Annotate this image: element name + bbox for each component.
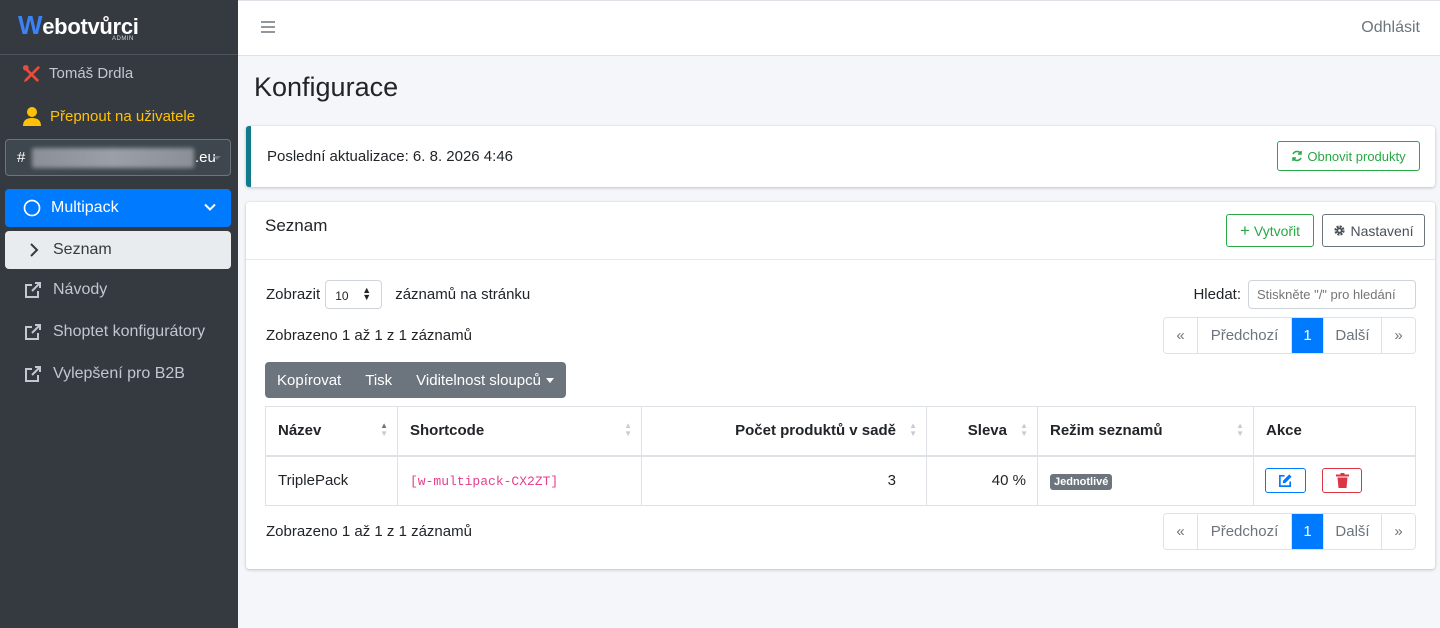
domain-select[interactable]: # .eu: [5, 139, 231, 176]
sidebar-user[interactable]: Tomáš Drdla: [22, 64, 133, 83]
circle-icon: [23, 199, 41, 217]
table-info-bottom: Zobrazeno 1 až 1 z 1 záznamů: [266, 523, 472, 540]
caret-down-icon: [545, 377, 554, 383]
list-card: Seznam + Vytvořit Nastavení Zobrazit 10 …: [246, 202, 1435, 569]
redacted-domain: [32, 148, 194, 168]
external-link-icon: [25, 282, 41, 298]
page-length-select[interactable]: 10 ▲ ▼: [325, 280, 383, 309]
sidebar-item-navody[interactable]: Návody: [24, 281, 107, 299]
data-table: Název ▲ ▼ Shortcode ▲ ▼ Počet produktů v sad…: [265, 406, 1416, 506]
pagination-next[interactable]: Další: [1324, 514, 1382, 549]
switch-user-label: Přepnout na uživatele: [50, 107, 196, 125]
column-visibility-button[interactable]: Viditelnost sloupců: [404, 362, 566, 398]
switch-user-link[interactable]: Přepnout na uživatele: [22, 106, 195, 126]
pagination-first[interactable]: «: [1164, 514, 1198, 549]
search-input[interactable]: [1248, 280, 1416, 309]
topbar: Odhlásit: [238, 0, 1440, 56]
chevron-right-icon: [30, 243, 39, 257]
column-header-shortcode[interactable]: Shortcode ▲ ▼: [397, 406, 642, 457]
column-header-nazev[interactable]: Název ▲ ▼: [265, 406, 398, 457]
pagination-page-1[interactable]: 1: [1292, 514, 1324, 549]
page-length-control: Zobrazit 10 ▲ ▼ záznamů na stránku: [266, 280, 530, 309]
cell-mode: Jednotlivé: [1037, 455, 1254, 506]
sort-icon: ▲ ▼: [1236, 421, 1244, 438]
brand-admin-tag: ADMIN: [112, 36, 134, 42]
table-info-top: Zobrazeno 1 až 1 z 1 záznamů: [266, 327, 472, 344]
pagination-first[interactable]: «: [1164, 318, 1198, 353]
pagination-prev[interactable]: Předchozí: [1198, 318, 1292, 353]
column-header-sleva[interactable]: Sleva ▲ ▼: [926, 406, 1038, 457]
column-header-pocet[interactable]: Počet produktů v sadě ▲ ▼: [641, 406, 927, 457]
cell-actions: [1253, 455, 1416, 506]
sidebar-item-vylepseni-b2b[interactable]: Vylepšení pro B2B: [24, 365, 185, 383]
pagination-page-1[interactable]: 1: [1292, 318, 1324, 353]
sidebar: Webotvůrci ADMIN Tomáš Drdla Přepnout na…: [0, 0, 238, 628]
create-button[interactable]: + Vytvořit: [1226, 214, 1314, 247]
sidebar-item-multipack[interactable]: Multipack: [5, 189, 231, 227]
print-button[interactable]: Tisk: [353, 362, 404, 398]
pagination-prev[interactable]: Předchozí: [1198, 514, 1292, 549]
pagination-last[interactable]: »: [1382, 318, 1415, 353]
mode-badge: Jednotlivé: [1050, 473, 1113, 490]
update-card: Poslední aktualizace: 6. 8. 2026 4:46 Ob…: [246, 126, 1435, 187]
settings-button[interactable]: Nastavení: [1322, 214, 1425, 247]
plus-icon: +: [1239, 220, 1250, 240]
pagination-last[interactable]: »: [1382, 514, 1415, 549]
list-card-header: Seznam + Vytvořit Nastavení: [246, 202, 1435, 260]
sort-icon: ▲ ▼: [624, 421, 632, 438]
brand[interactable]: Webotvůrci ADMIN: [0, 0, 238, 55]
hamburger-menu-icon[interactable]: [261, 20, 275, 34]
chevron-down-icon: [204, 203, 216, 211]
column-header-rezim[interactable]: Režim seznamů ▲ ▼: [1037, 406, 1254, 457]
export-button-group: Kopírovat Tisk Viditelnost sloupců: [265, 362, 566, 398]
cell-shortcode: [w-multipack-CX2ZT]: [397, 455, 642, 506]
pagination-bottom: « Předchozí 1 Další »: [1163, 513, 1416, 550]
copy-button[interactable]: Kopírovat: [265, 362, 353, 398]
sidebar-item-seznam[interactable]: Seznam: [5, 231, 231, 269]
edit-button[interactable]: [1265, 468, 1306, 494]
logout-link[interactable]: Odhlásit: [1361, 19, 1420, 37]
refresh-icon: [1292, 150, 1303, 162]
cell-count: 3: [641, 455, 927, 506]
user-icon: [23, 107, 41, 126]
last-update-text: Poslední aktualizace: 6. 8. 2026 4:46: [267, 148, 514, 165]
cell-discount: 40 %: [926, 455, 1038, 506]
delete-button[interactable]: [1322, 468, 1363, 494]
column-header-akce: Akce: [1253, 406, 1416, 457]
list-title: Seznam: [265, 216, 328, 235]
refresh-products-button[interactable]: Obnovit produkty: [1277, 141, 1420, 171]
sort-icon: ▲ ▼: [909, 421, 917, 438]
trash-icon: [1335, 473, 1349, 489]
page-title: Konfigurace: [254, 72, 399, 102]
external-link-icon: [25, 366, 41, 382]
pagination-next[interactable]: Další: [1324, 318, 1382, 353]
chevron-updown-icon: ▲ ▼: [362, 285, 372, 302]
edit-icon: [1279, 474, 1292, 488]
table-row: TriplePack [w-multipack-CX2ZT] 3 40 % Je…: [265, 455, 1416, 506]
sort-icon: ▲ ▼: [1020, 421, 1028, 438]
gear-icon: [1334, 225, 1346, 236]
sort-icon: ▲ ▼: [380, 421, 388, 438]
tools-icon: [22, 64, 41, 83]
cell-name: TriplePack: [265, 455, 398, 506]
user-name: Tomáš Drdla: [49, 65, 134, 82]
external-link-icon: [25, 324, 41, 340]
sidebar-item-shoptet-konfiguratory[interactable]: Shoptet konfigurátory: [24, 323, 205, 341]
search-control: Hledat:: [1193, 280, 1416, 309]
chevron-down-icon: [213, 156, 221, 160]
pagination-top: « Předchozí 1 Další »: [1163, 317, 1416, 354]
